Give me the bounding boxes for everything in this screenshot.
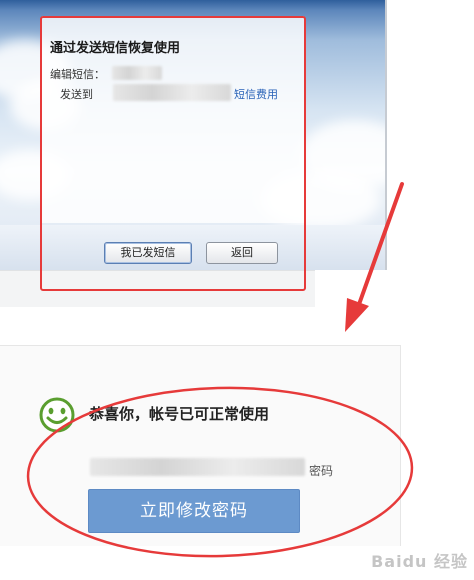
annotation-red-rectangle [40,16,306,291]
baidu-watermark: Baidu 经验 [371,552,468,571]
annotation-red-ellipse [26,386,414,558]
annotation-arrow-icon [345,182,404,332]
